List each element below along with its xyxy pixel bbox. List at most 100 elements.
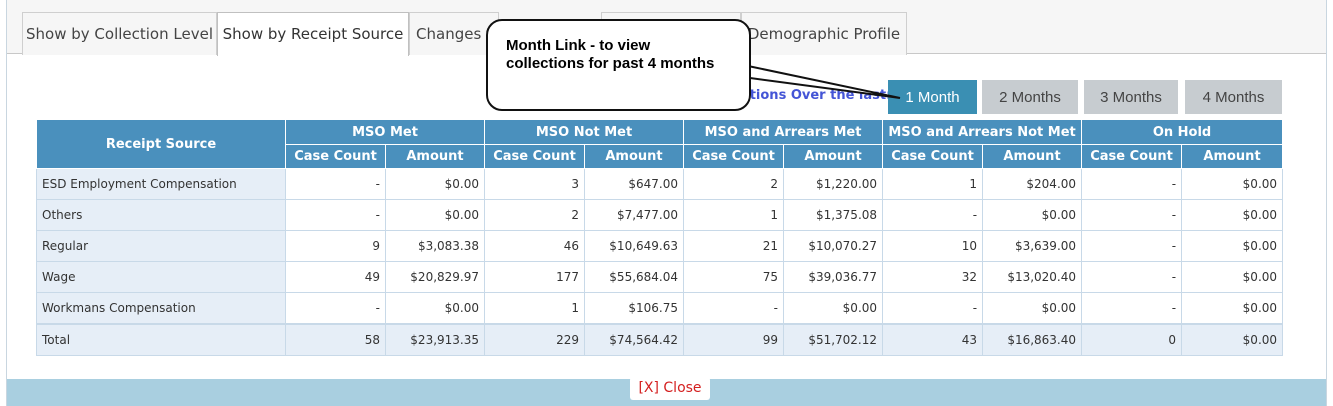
table-cell: 32: [882, 261, 984, 293]
total-cell: 99: [683, 322, 785, 356]
table-row: Workmans Compensation - $0.00 1 $106.75 …: [36, 292, 1284, 324]
table-cell: $10,070.27: [783, 230, 884, 262]
table-row: ESD Employment Compensation - $0.00 3 $6…: [36, 168, 1284, 200]
table-cell: -: [882, 199, 984, 231]
header-amount: Amount: [1181, 144, 1284, 169]
table-cell: $3,639.00: [982, 230, 1083, 262]
callout-line-2: collections for past 4 months: [506, 55, 715, 72]
header-group-on-hold: On Hold: [1081, 119, 1284, 145]
total-cell: 43: [882, 322, 984, 356]
tab-demographic-profile[interactable]: Demographic Profile: [741, 12, 907, 55]
table-cell: 2: [484, 199, 586, 231]
tab-show-by-collection-level[interactable]: Show by Collection Level: [22, 12, 217, 55]
total-label-cell: Total: [36, 322, 286, 356]
table-row: Wage 49 $20,829.97 177 $55,684.04 75 $39…: [36, 261, 1284, 293]
callout-line-1: Month Link - to view: [506, 37, 651, 54]
table-cell: 21: [683, 230, 785, 262]
one-month-button[interactable]: 1 Month: [888, 80, 977, 114]
table-cell: -: [285, 199, 386, 231]
table-cell: $3,083.38: [384, 230, 486, 262]
table-cell: 49: [285, 261, 386, 293]
table-cell: 3: [484, 168, 586, 200]
two-months-button[interactable]: 2 Months: [982, 80, 1078, 114]
four-months-button[interactable]: 4 Months: [1185, 80, 1282, 114]
table-cell: $55,684.04: [584, 261, 685, 293]
table-cell: 2: [683, 168, 785, 200]
tab-show-by-receipt-source[interactable]: Show by Receipt Source: [217, 12, 409, 56]
table-cell: $0.00: [1181, 199, 1284, 231]
receipt-source-cell: Regular: [36, 230, 286, 262]
total-cell: $16,863.40: [982, 322, 1083, 356]
table-cell: $106.75: [584, 292, 685, 324]
table-cell: -: [285, 168, 386, 200]
table-cell: $1,220.00: [783, 168, 884, 200]
table-cell: $0.00: [1181, 261, 1284, 293]
header-receipt-source: Receipt Source: [36, 119, 286, 169]
table-row: Others - $0.00 2 $7,477.00 1 $1,375.08 -…: [36, 199, 1284, 231]
table-cell: 9: [285, 230, 386, 262]
total-row: Total 58 $23,913.35 229 $74,564.42 99 $5…: [36, 322, 1284, 356]
total-cell: 0: [1081, 322, 1183, 356]
table-cell: $20,829.97: [384, 261, 486, 293]
table-cell: $0.00: [982, 292, 1083, 324]
header-case-count: Case Count: [683, 144, 785, 169]
table-cell: -: [285, 292, 386, 324]
three-months-button[interactable]: 3 Months: [1084, 80, 1178, 114]
total-cell: $74,564.42: [584, 322, 685, 356]
table-cell: -: [1081, 230, 1183, 262]
table-cell: -: [1081, 168, 1183, 200]
table-cell: 75: [683, 261, 785, 293]
total-cell: $51,702.12: [783, 322, 884, 356]
table-cell: $0.00: [1181, 292, 1284, 324]
table-cell: $0.00: [384, 168, 486, 200]
table-cell: $204.00: [982, 168, 1083, 200]
table-cell: 1: [484, 292, 586, 324]
table-cell: $0.00: [384, 292, 486, 324]
total-cell: 229: [484, 322, 586, 356]
table-cell: $10,649.63: [584, 230, 685, 262]
table-cell: 177: [484, 261, 586, 293]
receipt-source-cell: Workmans Compensation: [36, 292, 286, 324]
header-case-count: Case Count: [484, 144, 586, 169]
table-cell: $7,477.00: [584, 199, 685, 231]
table-row: Regular 9 $3,083.38 46 $10,649.63 21 $10…: [36, 230, 1284, 262]
receipt-source-cell: Others: [36, 199, 286, 231]
table-cell: 1: [683, 199, 785, 231]
table-cell: $0.00: [982, 199, 1083, 231]
header-case-count: Case Count: [882, 144, 984, 169]
total-cell: $23,913.35: [384, 322, 486, 356]
collections-over-label: ctions Over the last:: [742, 88, 892, 103]
table-cell: 1: [882, 168, 984, 200]
header-case-count: Case Count: [285, 144, 386, 169]
header-group-mso-arrears-met: MSO and Arrears Met: [683, 119, 884, 145]
header-case-count: Case Count: [1081, 144, 1183, 169]
table-cell: $0.00: [783, 292, 884, 324]
total-cell: $0.00: [1181, 322, 1284, 356]
table-cell: -: [683, 292, 785, 324]
header-group-mso-not-met: MSO Not Met: [484, 119, 685, 145]
table-cell: $647.00: [584, 168, 685, 200]
header-amount: Amount: [783, 144, 884, 169]
header-amount: Amount: [384, 144, 486, 169]
total-cell: 58: [285, 322, 386, 356]
table-cell: 46: [484, 230, 586, 262]
table-cell: -: [882, 292, 984, 324]
table-cell: $13,020.40: [982, 261, 1083, 293]
table-cell: -: [1081, 292, 1183, 324]
table-cell: $0.00: [384, 199, 486, 231]
receipt-source-cell: ESD Employment Compensation: [36, 168, 286, 200]
table-cell: $0.00: [1181, 168, 1284, 200]
table-cell: $0.00: [1181, 230, 1284, 262]
header-group-mso-arrears-not-met: MSO and Arrears Not Met: [882, 119, 1083, 145]
receipt-source-cell: Wage: [36, 261, 286, 293]
table-cell: -: [1081, 199, 1183, 231]
header-group-mso-met: MSO Met: [284, 119, 486, 145]
header-amount: Amount: [584, 144, 685, 169]
table-cell: 10: [882, 230, 984, 262]
receipt-source-table: Receipt Source MSO Met MSO Not Met MSO a…: [36, 119, 1284, 356]
header-amount: Amount: [982, 144, 1083, 169]
table-cell: -: [1081, 261, 1183, 293]
close-link[interactable]: [X] Close: [630, 377, 710, 400]
table-cell: $39,036.77: [783, 261, 884, 293]
table-cell: $1,375.08: [783, 199, 884, 231]
